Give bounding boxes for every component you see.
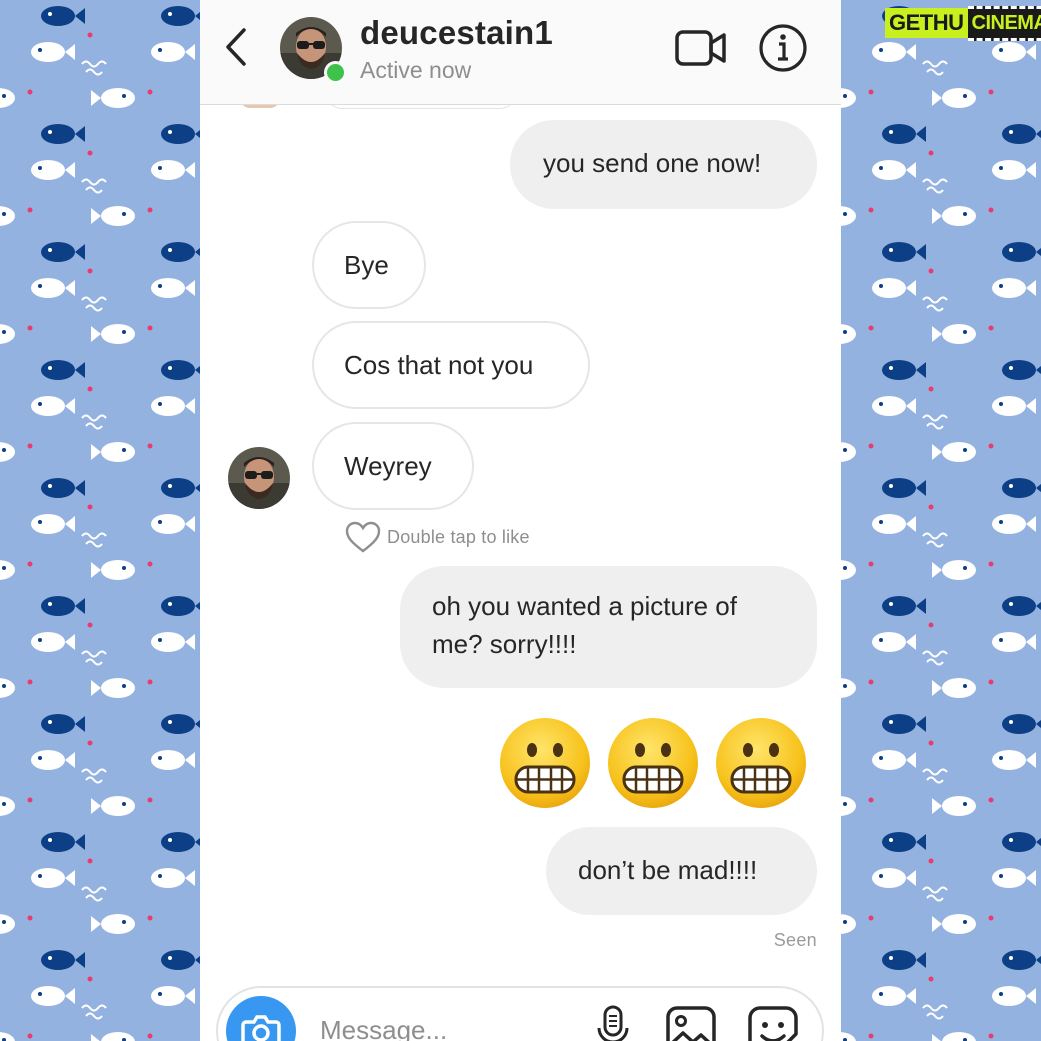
double-tap-like-hint[interactable]: Double tap to like: [345, 520, 530, 554]
message-text: you send one now!: [543, 148, 762, 178]
message-bubble-in[interactable]: Cos that not you: [312, 321, 590, 409]
message-input[interactable]: [320, 1010, 550, 1041]
gallery-icon[interactable]: [666, 1006, 716, 1041]
camera-icon: [241, 1015, 281, 1041]
active-status: Active now: [360, 57, 472, 83]
message-text: Cos that not you: [344, 350, 534, 380]
fish-pattern-right: [841, 0, 1041, 1041]
message-text: oh you wanted a picture of me? sorry!!!!: [432, 591, 737, 659]
sender-avatar[interactable]: [228, 447, 290, 509]
message-text: Bye: [344, 250, 389, 280]
online-indicator: [324, 61, 347, 84]
message-bubble-out[interactable]: don’t be mad!!!!: [546, 827, 817, 915]
grimacing-face-emoji[interactable]: [606, 716, 700, 810]
info-icon[interactable]: [758, 23, 808, 73]
grimacing-face-emoji[interactable]: [498, 716, 592, 810]
message-bubble-in[interactable]: Weyrey: [312, 422, 474, 510]
conversation-header: deucestain1 Active now: [200, 0, 841, 105]
sticker-icon[interactable]: [748, 1006, 798, 1041]
video-call-icon[interactable]: [674, 26, 728, 70]
message-bubble-out[interactable]: oh you wanted a picture of me? sorry!!!!: [400, 566, 817, 688]
message-composer: [216, 986, 824, 1041]
contact-username[interactable]: deucestain1: [360, 14, 553, 52]
message-bubble-in[interactable]: Bye: [312, 221, 426, 309]
direct-message-screen: you send one now! Bye Cos that not you W…: [200, 0, 841, 1041]
watermark-part2: CINEMA: [967, 5, 1041, 41]
message-text: Weyrey: [344, 451, 432, 481]
camera-button[interactable]: [226, 996, 296, 1041]
watermark-part1: GETHU: [885, 8, 968, 38]
message-bubble-out[interactable]: you send one now!: [510, 120, 817, 209]
message-text: don’t be mad!!!!: [578, 855, 758, 885]
microphone-icon[interactable]: [596, 1004, 630, 1041]
fish-pattern-left: [0, 0, 200, 1041]
heart-outline-icon[interactable]: [345, 521, 381, 553]
grimacing-face-emoji[interactable]: [714, 716, 808, 810]
like-hint-text: Double tap to like: [387, 526, 530, 547]
back-chevron-icon[interactable]: [220, 26, 254, 68]
watermark-logo: GETHU CINEMA: [885, 4, 1041, 42]
seen-receipt: Seen: [773, 930, 817, 950]
